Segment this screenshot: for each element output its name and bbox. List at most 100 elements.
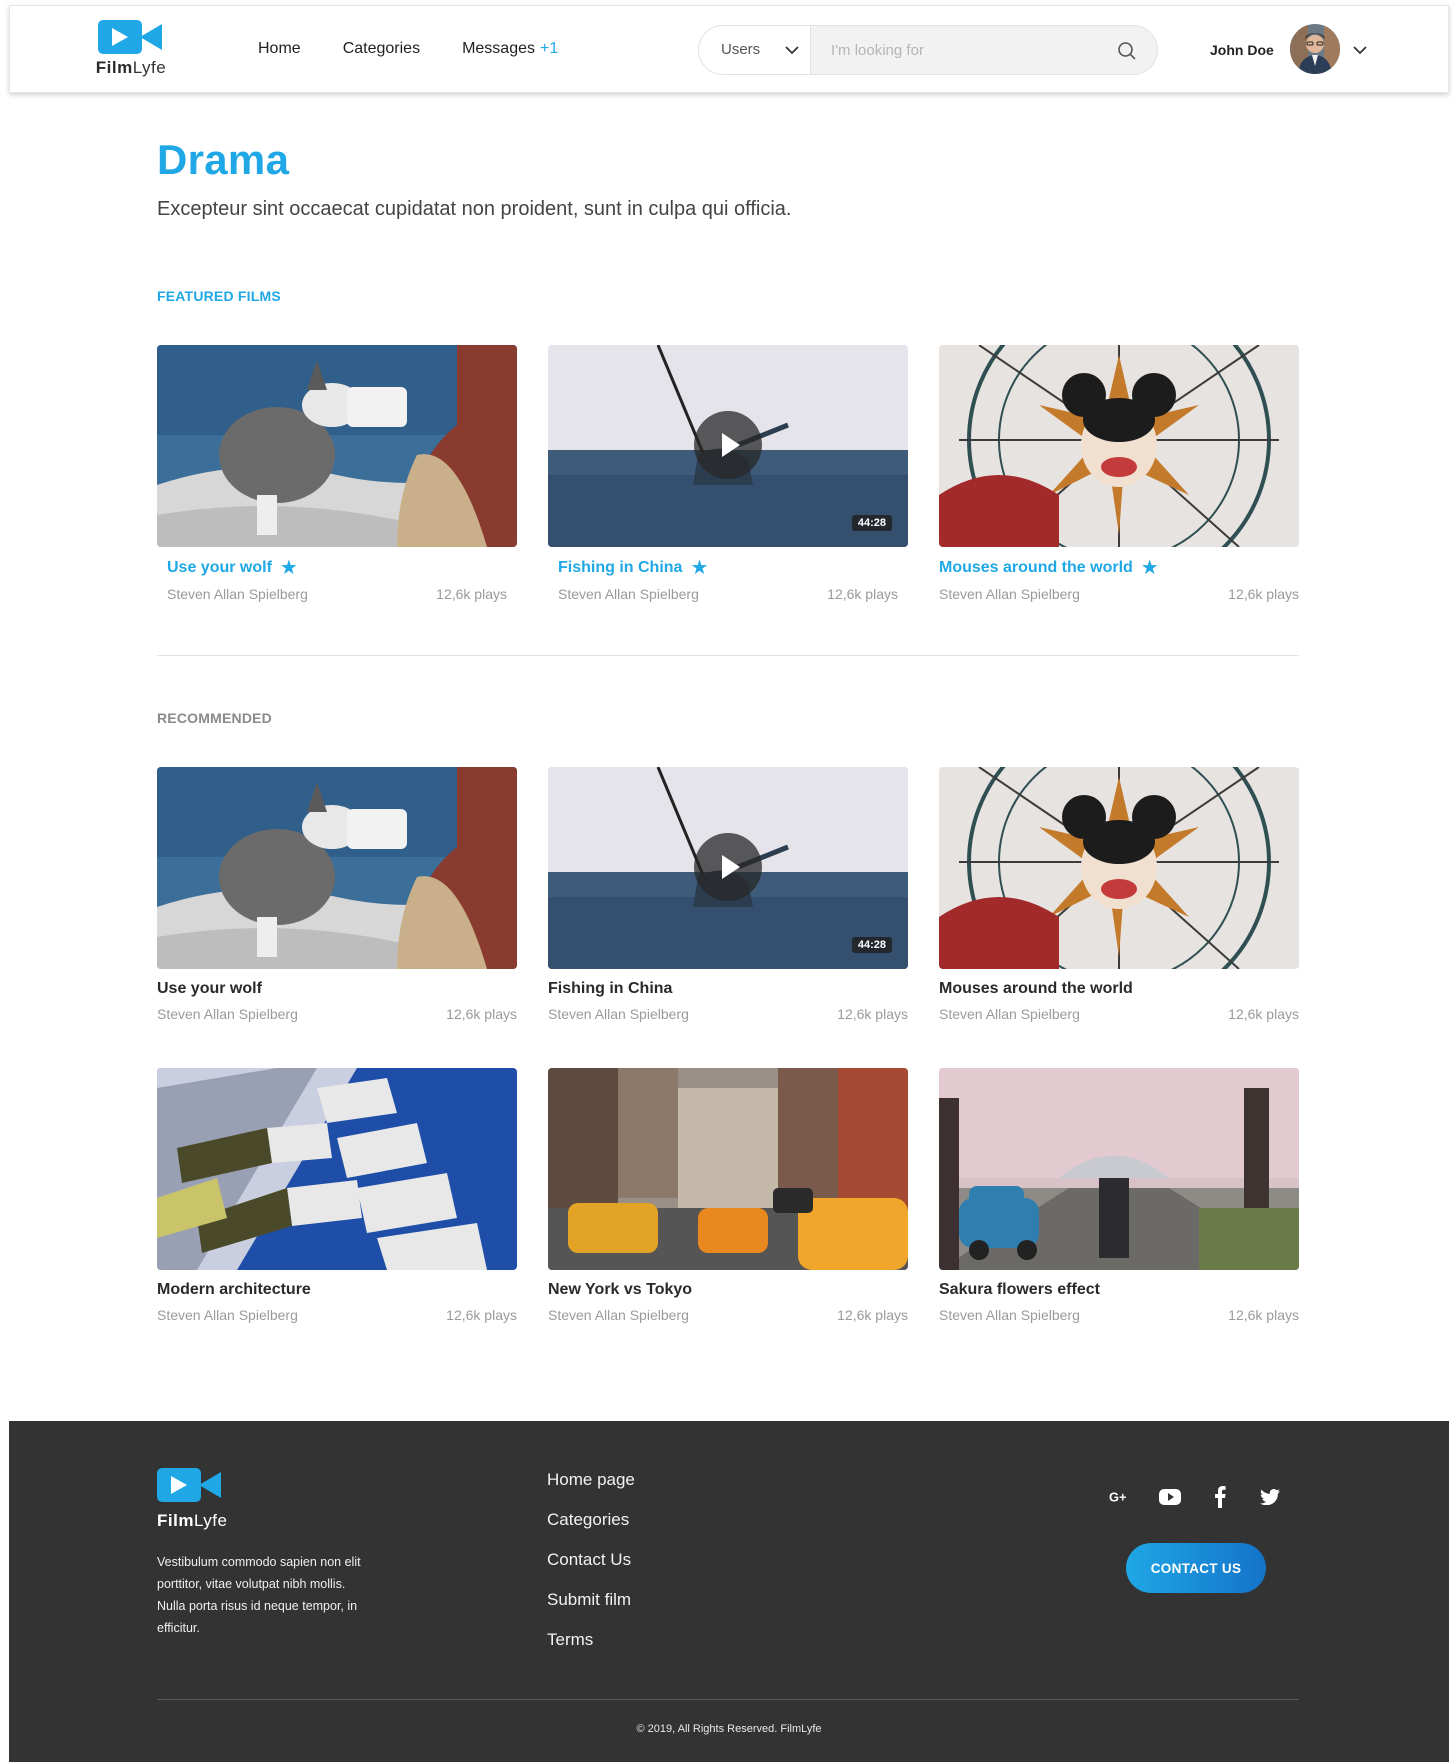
brand-logo[interactable]: FilmLyfe: [86, 18, 176, 78]
star-icon: ★: [690, 557, 709, 579]
film-card[interactable]: Modern architecture Steven Allan Spielbe…: [157, 1068, 517, 1323]
chevron-down-icon[interactable]: [1352, 43, 1368, 57]
film-title[interactable]: Use your wolf: [157, 980, 517, 998]
footer-link-categories[interactable]: Categories: [547, 1509, 635, 1530]
search-bar: Users: [698, 25, 1158, 75]
play-button[interactable]: [694, 411, 762, 479]
nav-home[interactable]: Home: [258, 40, 301, 58]
film-title[interactable]: Fishing in China ★: [548, 558, 908, 578]
footer-link-home[interactable]: Home page: [547, 1469, 635, 1490]
film-meta: Steven Allan Spielberg 12,6k plays: [157, 1307, 517, 1323]
footer-logo[interactable]: FilmLyfe: [157, 1466, 237, 1531]
film-author: Steven Allan Spielberg: [548, 1006, 689, 1022]
contact-us-button[interactable]: CONTACT US: [1126, 1543, 1266, 1593]
film-plays: 12,6k plays: [827, 586, 898, 602]
film-card[interactable]: Mouses around the world ★ Steven Allan Sp…: [939, 345, 1299, 602]
film-card[interactable]: Sakura flowers effect Steven Allan Spiel…: [939, 1068, 1299, 1323]
film-plays: 12,6k plays: [446, 1307, 517, 1323]
film-author: Steven Allan Spielberg: [939, 1006, 1080, 1022]
film-plays: 12,6k plays: [1228, 1307, 1299, 1323]
film-card[interactable]: New York vs Tokyo Steven Allan Spielberg…: [548, 1068, 908, 1323]
film-card[interactable]: 44:28 Fishing in China ★ Steven Allan Spi…: [548, 345, 908, 602]
film-plays: 12,6k plays: [837, 1006, 908, 1022]
film-plays: 12,6k plays: [1228, 586, 1299, 602]
film-meta: Steven Allan Spielberg 12,6k plays: [157, 586, 517, 602]
facebook-icon[interactable]: [1209, 1486, 1231, 1508]
search-scope-value: Users: [721, 41, 761, 58]
footer-divider: [157, 1699, 1299, 1700]
film-title-text: Use your wolf: [167, 559, 272, 576]
nav-messages[interactable]: Messages +1: [462, 40, 558, 58]
film-card[interactable]: Use your wolf Steven Allan Spielberg 12,…: [157, 767, 517, 1022]
footer-link-terms[interactable]: Terms: [547, 1629, 635, 1650]
film-author: Steven Allan Spielberg: [548, 1307, 689, 1323]
copyright-text: © 2019, All Rights Reserved. FilmLyfe: [636, 1723, 822, 1735]
footer-link-contact[interactable]: Contact Us: [547, 1549, 635, 1570]
film-thumbnail-architecture[interactable]: [157, 1068, 517, 1270]
recommended-section-label: RECOMMENDED: [157, 710, 272, 726]
film-title[interactable]: Sakura flowers effect: [939, 1281, 1299, 1299]
nav-messages-label: Messages: [462, 40, 535, 57]
film-title-text: Mouses around the world: [939, 559, 1133, 576]
google-plus-icon[interactable]: G+: [1109, 1486, 1131, 1508]
film-meta: Steven Allan Spielberg 12,6k plays: [548, 1307, 908, 1323]
search-input[interactable]: [811, 26, 1111, 74]
film-meta: Steven Allan Spielberg 12,6k plays: [939, 586, 1299, 602]
youtube-icon[interactable]: [1159, 1486, 1181, 1508]
film-title[interactable]: New York vs Tokyo: [548, 1281, 908, 1299]
svg-text:G+: G+: [1109, 1490, 1126, 1505]
film-author: Steven Allan Spielberg: [558, 586, 699, 602]
brand-name: FilmLyfe: [157, 1511, 228, 1530]
film-thumbnail-newyork[interactable]: [548, 1068, 908, 1270]
brand-name: FilmLyfe: [95, 58, 167, 77]
film-meta: Steven Allan Spielberg 12,6k plays: [939, 1006, 1299, 1022]
duration-badge: 44:28: [851, 937, 892, 953]
film-title[interactable]: Mouses around the world: [939, 980, 1299, 998]
film-title[interactable]: Modern architecture: [157, 1281, 517, 1299]
film-card[interactable]: Use your wolf ★ Steven Allan Spielberg 12…: [157, 345, 517, 602]
featured-section-label: FEATURED FILMS: [157, 288, 281, 304]
main-nav: Home Categories Messages +1: [258, 40, 600, 58]
top-header: FilmLyfe Home Categories Messages +1 User…: [9, 5, 1449, 93]
film-title[interactable]: Use your wolf ★: [157, 558, 517, 578]
film-thumbnail-wolf[interactable]: [157, 345, 517, 547]
film-thumbnail-fishing[interactable]: 44:28: [548, 345, 908, 547]
page-subtitle: Excepteur sint occaecat cupidatat non pr…: [157, 198, 792, 220]
film-thumbnail-wolf[interactable]: [157, 767, 517, 969]
site-footer: FilmLyfe Vestibulum commodo sapien non e…: [9, 1421, 1449, 1762]
film-thumbnail-mouses[interactable]: [939, 345, 1299, 547]
star-icon: ★: [279, 557, 298, 579]
search-scope-select[interactable]: Users: [699, 26, 811, 74]
play-button[interactable]: [694, 833, 762, 901]
chevron-down-icon: [785, 46, 799, 55]
search-icon[interactable]: [1117, 41, 1137, 61]
film-thumbnail-fishing[interactable]: 44:28: [548, 767, 908, 969]
film-meta: Steven Allan Spielberg 12,6k plays: [548, 1006, 908, 1022]
twitter-icon[interactable]: [1259, 1486, 1281, 1508]
film-card[interactable]: Mouses around the world Steven Allan Spi…: [939, 767, 1299, 1022]
nav-categories[interactable]: Categories: [343, 40, 420, 58]
film-plays: 12,6k plays: [436, 586, 507, 602]
film-author: Steven Allan Spielberg: [167, 586, 308, 602]
film-meta: Steven Allan Spielberg 12,6k plays: [157, 1006, 517, 1022]
film-author: Steven Allan Spielberg: [157, 1307, 298, 1323]
film-author: Steven Allan Spielberg: [939, 1307, 1080, 1323]
film-author: Steven Allan Spielberg: [939, 586, 1080, 602]
footer-links: Home page Categories Contact Us Submit f…: [547, 1469, 635, 1669]
footer-description: Vestibulum commodo sapien non elit portt…: [157, 1555, 361, 1635]
film-title[interactable]: Mouses around the world ★: [939, 558, 1299, 578]
film-meta: Steven Allan Spielberg 12,6k plays: [548, 586, 908, 602]
film-thumbnail-mouses[interactable]: [939, 767, 1299, 969]
section-divider: [157, 655, 1299, 656]
avatar[interactable]: [1290, 24, 1340, 74]
film-plays: 12,6k plays: [1228, 1006, 1299, 1022]
footer-link-submit[interactable]: Submit film: [547, 1589, 635, 1610]
film-card[interactable]: 44:28 Fishing in China Steven Allan Spie…: [548, 767, 908, 1022]
film-thumbnail-sakura[interactable]: [939, 1068, 1299, 1270]
film-plays: 12,6k plays: [837, 1307, 908, 1323]
film-plays: 12,6k plays: [446, 1006, 517, 1022]
camera-icon: [157, 1468, 221, 1502]
star-icon: ★: [1140, 557, 1159, 579]
user-name: John Doe: [1210, 42, 1274, 58]
film-title[interactable]: Fishing in China: [548, 980, 908, 998]
